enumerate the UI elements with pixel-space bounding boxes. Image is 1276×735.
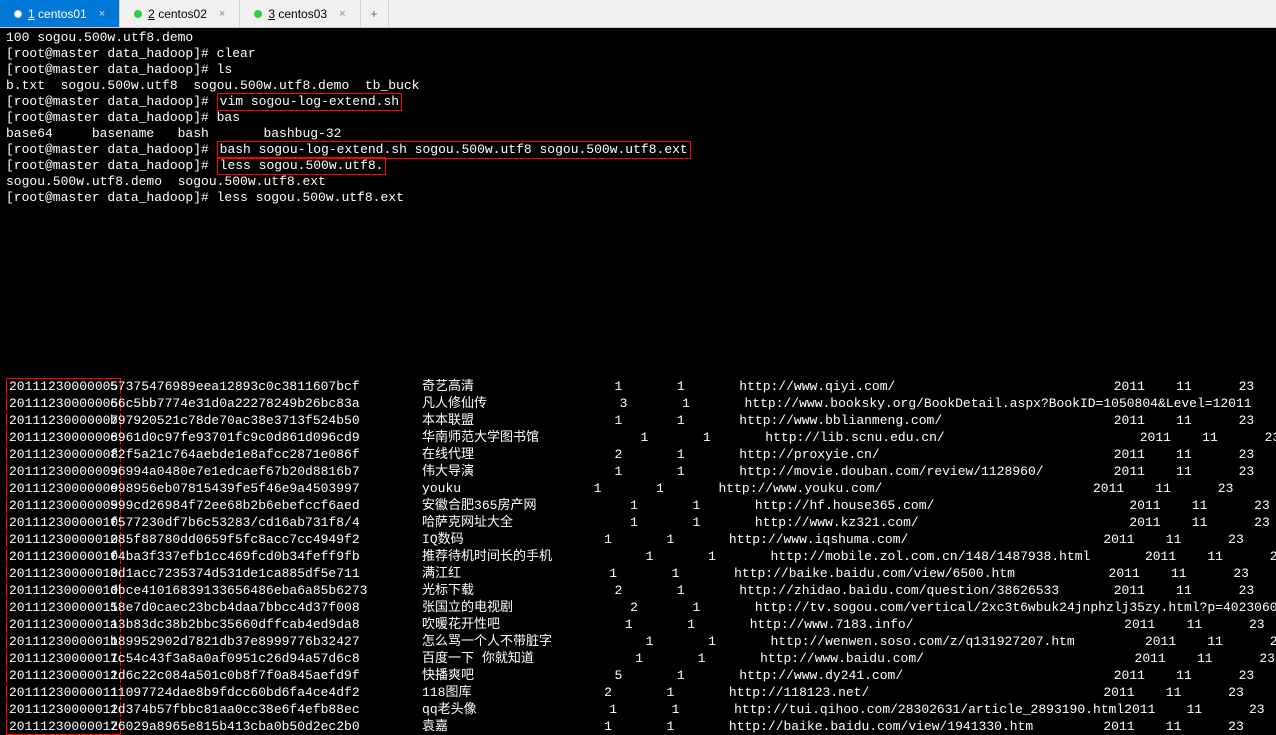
term-line: [root@master data_hadoop]# ls — [6, 62, 1270, 78]
row-data: b89952902d7821db37e8999776b32427 怎么骂一个人不… — [110, 633, 1276, 650]
data-table: 2011123000000557375476989eea12893c0c3811… — [0, 378, 1276, 735]
term-line: b.txt sogou.500w.utf8 sogou.500w.utf8.de… — [6, 78, 1270, 94]
row-data: 11097724dae8b9fdcc60bd6fa4ce4df2 118图库 2… — [110, 684, 1276, 701]
tab-bar: 1 centos01×2 centos02×3 centos03× + — [0, 0, 1276, 28]
table-row: 2011123000000557375476989eea12893c0c3811… — [6, 378, 1270, 395]
row-id: 20111230000005 — [6, 378, 121, 394]
row-id: 20111230000011 — [6, 668, 121, 683]
table-row: 20111230000010285f88780dd0659f5fc8acc7cc… — [6, 531, 1270, 548]
row-id: 20111230000011 — [6, 651, 121, 666]
row-data: b97920521c78de70ac38e3713f524b50 本本联盟 1 … — [110, 412, 1276, 429]
row-data: 599cd26984f72ee68b2b6ebefccf6aed 安徽合肥365… — [110, 497, 1276, 514]
row-data: 96994a0480e7e1edcaef67b20d8816b7 伟大导演 1 … — [110, 463, 1276, 480]
row-data: 3d1acc7235374d531de1ca885df5e711 满江红 1 1… — [110, 565, 1276, 582]
status-dot-icon — [134, 10, 142, 18]
row-id: 20111230000008 — [6, 447, 121, 462]
row-data: 58e7d0caec23bcb4daa7bbcc4d37f008 张国立的电视剧… — [110, 599, 1276, 616]
row-id: 20111230000011 — [6, 685, 121, 700]
table-row: 20111230000008f2f5a21c764aebde1e8afcc287… — [6, 446, 1270, 463]
row-id: 20111230000007 — [6, 413, 121, 428]
table-row: 20111230000010dbce41016839133656486eba6a… — [6, 582, 1270, 599]
table-row: 2011123000000996994a0480e7e1edcaef67b20d… — [6, 463, 1270, 480]
close-icon[interactable]: × — [339, 8, 345, 20]
tab-centos01[interactable]: 1 centos01× — [0, 0, 120, 27]
close-icon[interactable]: × — [99, 8, 105, 20]
row-data: f4ba3f337efb1cc469fcd0b34feff9fb 推荐待机时间长… — [110, 548, 1276, 565]
table-row: 2011123000001158e7d0caec23bcb4daa7bbcc4d… — [6, 599, 1270, 616]
row-id: 20111230000011 — [6, 600, 121, 615]
row-id: 20111230000011 — [6, 634, 121, 649]
row-data: 698956eb07815439fe5f46e9a4503997 youku 1… — [110, 480, 1276, 497]
row-id: 20111230000010 — [6, 566, 121, 581]
row-id: 20111230000008 — [6, 430, 121, 445]
table-row: 201112300000086961d0c97fe93701fc9c0d861d… — [6, 429, 1270, 446]
table-row: 2011123000001276029a8965e815b413cba0b50d… — [6, 718, 1270, 735]
row-id: 20111230000010 — [6, 583, 121, 598]
row-id: 20111230000010 — [6, 515, 121, 530]
row-data: 57375476989eea12893c0c3811607bcf 奇艺高清 1 … — [110, 378, 1276, 395]
term-line: [root@master data_hadoop]# clear — [6, 46, 1270, 62]
table-row: 2011123000001111097724dae8b9fdcc60bd6fa4… — [6, 684, 1270, 701]
row-data: a3b83dc38b2bbc35660dffcab4ed9da8 吹暖花开性吧 … — [110, 616, 1276, 633]
table-row: 20111230000011b89952902d7821db37e8999776… — [6, 633, 1270, 650]
tab-centos02[interactable]: 2 centos02× — [120, 0, 240, 27]
table-row: 20111230000010f4ba3f337efb1cc469fcd0b34f… — [6, 548, 1270, 565]
close-icon[interactable]: × — [219, 8, 225, 20]
row-id: 20111230000011 — [6, 617, 121, 632]
term-line: base64 basename bash bashbug-32 — [6, 126, 1270, 142]
terminal-blank — [0, 208, 1276, 378]
status-dot-icon — [14, 10, 22, 18]
tab-centos03[interactable]: 3 centos03× — [240, 0, 360, 27]
row-id: 20111230000009 — [6, 498, 121, 513]
table-row: 201112300000112d6c22c084a501c0b8f7f0a845… — [6, 667, 1270, 684]
table-row: 20111230000007b97920521c78de70ac38e3713f… — [6, 412, 1270, 429]
row-id: 20111230000010 — [6, 532, 121, 547]
term-line: [root@master data_hadoop]# bash sogou-lo… — [6, 142, 1270, 158]
row-data: 1d374b57fbbc81aa0cc38e6f4efb88ec qq老头像 1… — [110, 701, 1276, 718]
term-line: [root@master data_hadoop]# less sogou.50… — [6, 158, 1270, 174]
row-data: 285f88780dd0659f5fc8acc7cc4949f2 IQ数码 1 … — [110, 531, 1276, 548]
term-line: 100 sogou.500w.utf8.demo — [6, 30, 1270, 46]
row-data: 6961d0c97fe93701fc9c0d861d096cd9 华南师范大学图… — [110, 429, 1276, 446]
term-line: sogou.500w.utf8.demo sogou.500w.utf8.ext — [6, 174, 1270, 190]
terminal-output[interactable]: 100 sogou.500w.utf8.demo[root@master dat… — [0, 28, 1276, 208]
table-row: 201112300000103d1acc7235374d531de1ca885d… — [6, 565, 1270, 582]
table-row: 201112300000117c54c43f3a8a0af0951c26d94a… — [6, 650, 1270, 667]
table-row: 201112300000121d374b57fbbc81aa0cc38e6f4e… — [6, 701, 1270, 718]
row-data: f2f5a21c764aebde1e8afcc2871e086f 在线代理 2 … — [110, 446, 1276, 463]
row-id: 20111230000010 — [6, 549, 121, 564]
row-data: 2d6c22c084a501c0b8f7f0a845aefd9f 快播爽吧 5 … — [110, 667, 1276, 684]
row-id: 20111230000009 — [6, 481, 121, 496]
row-id: 20111230000012 — [6, 702, 121, 717]
table-row: 2011123000000566c5bb7774e31d0a22278249b2… — [6, 395, 1270, 412]
table-row: 20111230000009599cd26984f72ee68b2b6ebefc… — [6, 497, 1270, 514]
row-id: 20111230000005 — [6, 396, 121, 411]
row-data: dbce41016839133656486eba6a85b6273 光标下载 2… — [110, 582, 1276, 599]
term-line: [root@master data_hadoop]# vim sogou-log… — [6, 94, 1270, 110]
row-id: 20111230000009 — [6, 464, 121, 479]
row-data: 66c5bb7774e31d0a22278249b26bc83a 凡人修仙传 3… — [110, 395, 1276, 412]
new-tab-button[interactable]: + — [361, 0, 389, 27]
table-row: 20111230000009698956eb07815439fe5f46e9a4… — [6, 480, 1270, 497]
status-dot-icon — [254, 10, 262, 18]
table-row: 20111230000011a3b83dc38b2bbc35660dffcab4… — [6, 616, 1270, 633]
table-row: 20111230000010f577230df7b6c53283/cd16ab7… — [6, 514, 1270, 531]
row-id: 20111230000012 — [6, 719, 121, 735]
term-line: [root@master data_hadoop]# less sogou.50… — [6, 190, 1270, 206]
term-line: [root@master data_hadoop]# bas — [6, 110, 1270, 126]
row-data: 76029a8965e815b413cba0b50d2ec2b0 袁嘉 1 1 … — [110, 718, 1276, 735]
row-data: 7c54c43f3a8a0af0951c26d94a57d6c8 百度一下 你就… — [110, 650, 1276, 667]
row-data: f577230df7b6c53283/cd16ab731f8/4 哈萨克网址大全… — [110, 514, 1276, 531]
